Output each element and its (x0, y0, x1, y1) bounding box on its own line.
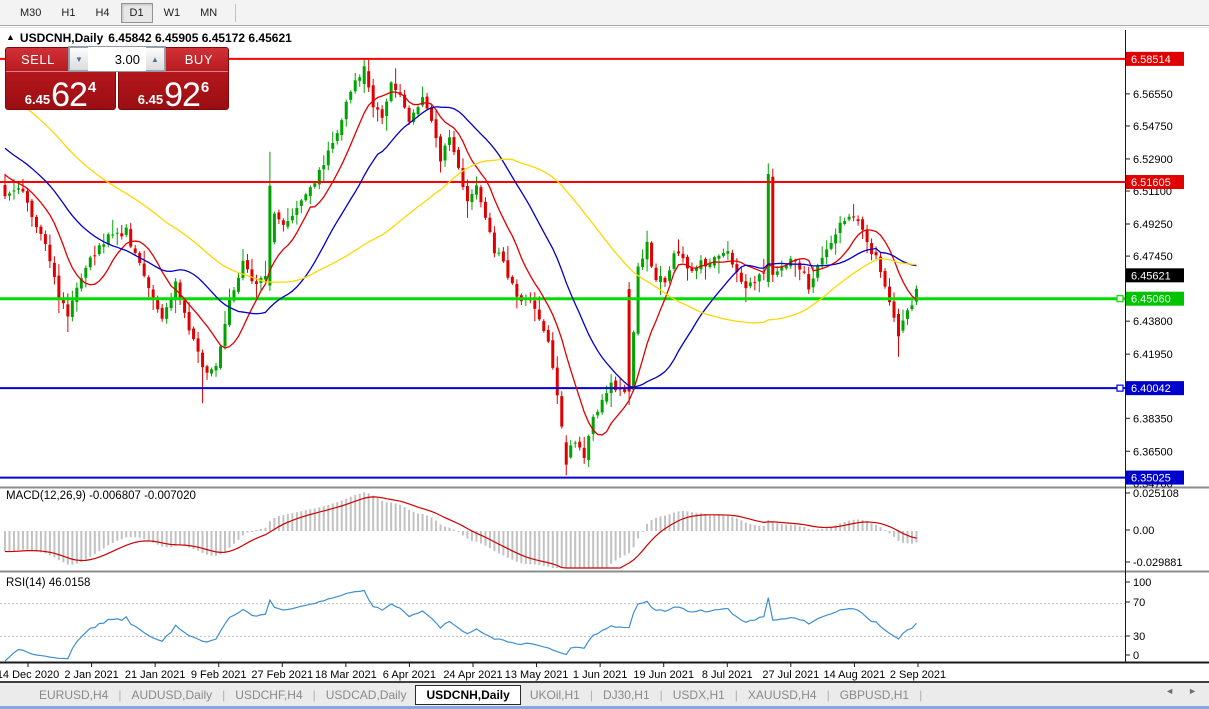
svg-text:6.52900: 6.52900 (1133, 154, 1173, 166)
svg-text:6.40042: 6.40042 (1131, 383, 1171, 395)
tab-eurusd-h4[interactable]: EURUSD,H4 (30, 686, 117, 704)
tab-dj30-h1[interactable]: DJ30,H1 (594, 686, 659, 704)
sell-price-base: 6.45 (24, 92, 51, 107)
svg-text:14 Aug 2021: 14 Aug 2021 (824, 669, 886, 681)
tab-usdcnh-daily[interactable]: USDCNH,Daily (415, 684, 521, 705)
buy-price-sup: 6 (200, 79, 210, 96)
svg-text:18 Mar 2021: 18 Mar 2021 (315, 669, 377, 681)
timeframe-button-mn[interactable]: MN (191, 3, 226, 23)
sell-price: 6.45 62 4 (6, 72, 115, 113)
symbol-tabbar: EURUSD,H4 | AUDUSD,Daily | USDCHF,H4 | USDCAD,… (0, 681, 1209, 706)
svg-text:6.47450: 6.47450 (1133, 251, 1173, 263)
buy-price: 6.45 92 6 (119, 72, 228, 113)
svg-text:8 Jul 2021: 8 Jul 2021 (702, 669, 753, 681)
svg-text:27 Jul 2021: 27 Jul 2021 (762, 669, 819, 681)
svg-text:6.51605: 6.51605 (1131, 177, 1171, 189)
rsi-indicator-label: RSI(14) 46.0158 (6, 577, 91, 589)
timeframe-button-w1[interactable]: W1 (155, 3, 190, 23)
buy-button[interactable]: BUY (185, 52, 213, 67)
tab-scroll-left-icon[interactable]: ◄ (1165, 686, 1174, 696)
tab-gbpusd-h1[interactable]: GBPUSD,H1 (831, 686, 918, 704)
tab-scroll-arrows: ◄ ► (1165, 686, 1197, 696)
svg-text:14 Dec 2020: 14 Dec 2020 (0, 669, 59, 681)
timeframe-toolbar: M30 H1 H4 D1 W1 MN (0, 0, 1209, 26)
toolbar-separator (235, 3, 237, 22)
volume-input[interactable]: 3.00 (88, 47, 146, 71)
sell-button[interactable]: SELL (21, 52, 55, 67)
svg-text:6.54750: 6.54750 (1133, 121, 1173, 133)
collapse-arrow-icon[interactable]: ▲ (6, 32, 15, 42)
svg-text:0: 0 (1133, 650, 1139, 662)
svg-text:70: 70 (1133, 597, 1145, 609)
tab-usdx-h1[interactable]: USDX,H1 (664, 686, 734, 704)
volume-decrease-icon[interactable]: ▼ (69, 47, 88, 71)
svg-text:0.00: 0.00 (1133, 525, 1154, 537)
timeframe-button-m30[interactable]: M30 (11, 3, 50, 23)
svg-text:19 Jun 2021: 19 Jun 2021 (633, 669, 694, 681)
tab-scroll-right-icon[interactable]: ► (1188, 686, 1197, 696)
svg-text:13 May 2021: 13 May 2021 (505, 669, 569, 681)
svg-text:6.43800: 6.43800 (1133, 316, 1173, 328)
svg-text:6.36500: 6.36500 (1133, 446, 1173, 458)
svg-text:30: 30 (1133, 631, 1145, 643)
svg-text:0.025108: 0.025108 (1133, 488, 1179, 500)
tab-usdcad-daily[interactable]: USDCAD,Daily (317, 686, 416, 704)
svg-text:6.45060: 6.45060 (1131, 294, 1171, 306)
sell-price-big: 62 (51, 76, 88, 114)
timeframe-button-h1[interactable]: H1 (52, 3, 84, 23)
svg-text:100: 100 (1133, 577, 1151, 589)
svg-text:6.41950: 6.41950 (1133, 349, 1173, 361)
svg-text:6.38350: 6.38350 (1133, 413, 1173, 425)
one-click-trade-panel: SELL 6.45 62 4 BUY 6.45 92 6 ▼ 3.00 ▲ (5, 46, 229, 113)
svg-text:2 Sep 2021: 2 Sep 2021 (890, 669, 946, 681)
tab-xauusd-h4[interactable]: XAUUSD,H4 (739, 686, 826, 704)
tab-separator: | (919, 687, 923, 702)
timeframe-button-d1[interactable]: D1 (120, 2, 153, 23)
tab-audusd-daily[interactable]: AUDUSD,Daily (122, 686, 221, 704)
sell-price-sup: 4 (87, 79, 97, 96)
svg-text:6.49250: 6.49250 (1133, 219, 1173, 231)
svg-text:27 Feb 2021: 27 Feb 2021 (251, 669, 313, 681)
svg-text:6.45621: 6.45621 (1131, 270, 1171, 282)
svg-text:1 Jun 2021: 1 Jun 2021 (573, 669, 627, 681)
tab-ukoil-h1[interactable]: UKOil,H1 (521, 686, 589, 704)
svg-text:6.35025: 6.35025 (1131, 473, 1171, 485)
svg-text:6.58514: 6.58514 (1131, 54, 1171, 66)
volume-spinner: ▼ 3.00 ▲ (68, 46, 166, 72)
ohlc-quotes: 6.45842 6.45905 6.45172 6.45621 (108, 31, 292, 45)
volume-increase-icon[interactable]: ▲ (146, 47, 165, 71)
timeframe-button-h4[interactable]: H4 (86, 3, 118, 23)
buy-price-base: 6.45 (137, 92, 164, 107)
svg-text:-0.029881: -0.029881 (1133, 557, 1183, 569)
svg-text:9 Feb 2021: 9 Feb 2021 (191, 669, 247, 681)
svg-text:6 Apr 2021: 6 Apr 2021 (383, 669, 436, 681)
svg-text:6.56550: 6.56550 (1133, 89, 1173, 101)
svg-text:2 Jan 2021: 2 Jan 2021 (64, 669, 118, 681)
tab-usdchf-h4[interactable]: USDCHF,H4 (226, 686, 311, 704)
macd-indicator-label: MACD(12,26,9) -0.006807 -0.007020 (6, 490, 196, 502)
buy-price-big: 92 (164, 76, 201, 114)
symbol-title: USDCNH,Daily (19, 31, 104, 45)
svg-text:21 Jan 2021: 21 Jan 2021 (125, 669, 186, 681)
svg-text:24 Apr 2021: 24 Apr 2021 (443, 669, 502, 681)
symbol-header: ▲ USDCNH,Daily 6.45842 6.45905 6.45172 6… (6, 31, 292, 45)
